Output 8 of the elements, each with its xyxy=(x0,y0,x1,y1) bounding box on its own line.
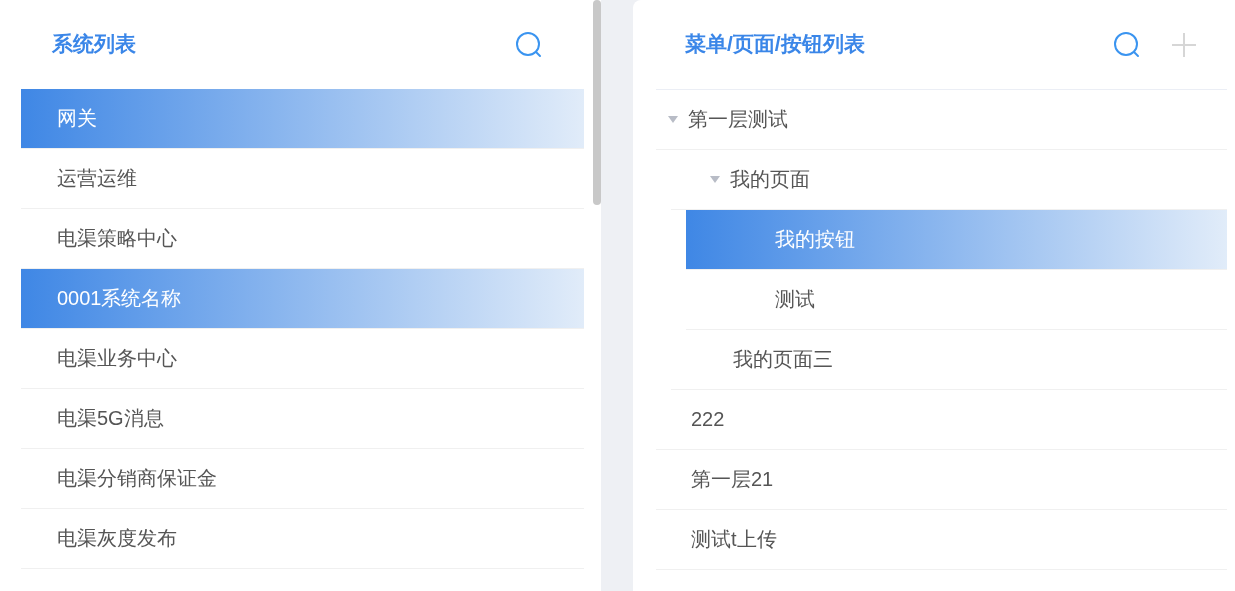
caret-icon[interactable] xyxy=(668,116,678,123)
search-icon[interactable] xyxy=(515,30,543,59)
scrollbar-thumb[interactable] xyxy=(593,0,601,205)
panel-title: 系统列表 xyxy=(52,30,136,57)
search-icon[interactable] xyxy=(1113,30,1141,59)
panel-title: 菜单/页面/按钮列表 xyxy=(685,30,865,57)
add-icon[interactable] xyxy=(1171,31,1197,58)
caret-icon[interactable] xyxy=(710,176,720,183)
